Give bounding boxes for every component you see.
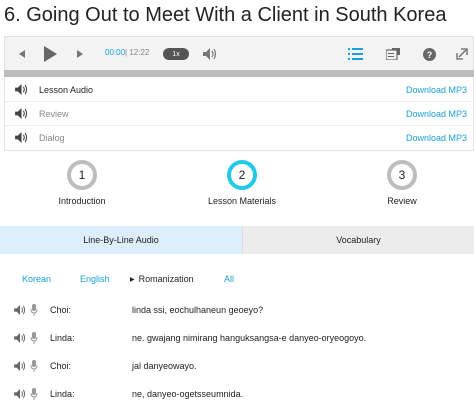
speaker-icon[interactable]: [14, 333, 26, 343]
time-separator: |: [125, 48, 128, 57]
caret-right-icon: ▶: [130, 277, 135, 283]
track-list: Lesson Audio Download MP3 Review Downloa…: [4, 78, 474, 151]
lang-romanization-label: Romanization: [138, 274, 194, 284]
speaker-icon[interactable]: [15, 84, 28, 95]
line-text: jal danyeowayo.: [132, 361, 197, 371]
line-controls: [14, 360, 38, 372]
list-icon: [347, 48, 363, 60]
download-mp3-link[interactable]: Download MP3: [406, 109, 467, 119]
rewind-icon: [19, 50, 25, 58]
speaker-name: Linda:: [50, 333, 75, 343]
tab-line-by-line-audio[interactable]: Line-By-Line Audio: [0, 226, 242, 254]
help-icon: ?: [422, 47, 436, 61]
audio-player: 00:00| 12:22 1x ?: [4, 36, 474, 70]
pdf-icon: [386, 48, 400, 60]
time-display: 00:00| 12:22: [105, 48, 149, 57]
step-review[interactable]: 3 Review: [342, 160, 462, 206]
play-icon: [44, 46, 57, 62]
line-text: linda ssi, eochulhaneun geoeyo?: [132, 305, 264, 315]
speaker-icon[interactable]: [15, 108, 28, 119]
lesson-steps: 1 Introduction 2 Lesson Materials 3 Revi…: [0, 160, 474, 220]
speaker-icon[interactable]: [14, 361, 26, 371]
line-controls: [14, 304, 38, 316]
track-label: Lesson Audio: [39, 85, 94, 95]
track-label: Review: [39, 109, 69, 119]
expand-button[interactable]: [451, 37, 473, 71]
svg-text:?: ?: [426, 50, 432, 60]
step-label: Lesson Materials: [207, 196, 277, 206]
lang-english[interactable]: English: [80, 274, 110, 284]
microphone-icon[interactable]: [30, 360, 38, 372]
forward-button[interactable]: [69, 37, 91, 71]
play-button[interactable]: [35, 37, 65, 71]
speaker-name: Choi:: [50, 305, 72, 315]
speed-button[interactable]: 1x: [163, 48, 189, 60]
microphone-icon[interactable]: [30, 332, 38, 344]
lang-romanization[interactable]: ▶ Romanization: [130, 274, 194, 284]
current-time: 00:00: [105, 48, 126, 57]
list-button[interactable]: [343, 37, 367, 71]
language-selector: Korean English ▶ Romanization All: [0, 274, 474, 288]
step-label: Review: [387, 196, 417, 206]
step-label: Introduction: [58, 196, 106, 206]
microphone-icon[interactable]: [30, 304, 38, 316]
lang-korean[interactable]: Korean: [22, 274, 51, 284]
dialog-line: Linda: ne. gwajang nimirang hanguksangsa…: [0, 326, 474, 354]
expand-icon: [456, 48, 468, 60]
line-text: ne. gwajang nimirang hanguksangsa-e dany…: [132, 333, 367, 343]
microphone-icon[interactable]: [30, 388, 38, 400]
speaker-icon[interactable]: [14, 305, 26, 315]
content-tabs: Line-By-Line Audio Vocabulary: [0, 226, 474, 254]
dialog-line: Choi: linda ssi, eochulhaneun geoeyo?: [0, 298, 474, 326]
track-label: Dialog: [39, 133, 65, 143]
line-controls: [14, 332, 38, 344]
tab-vocabulary[interactable]: Vocabulary: [242, 226, 474, 254]
step-lesson-materials[interactable]: 2 Lesson Materials: [182, 160, 302, 206]
dialog-line: Linda: ne, danyeo-ogetsseumnida.: [0, 382, 474, 410]
rewind-button[interactable]: [11, 37, 33, 71]
volume-icon: [203, 48, 217, 60]
step-introduction[interactable]: 1 Introduction: [22, 160, 142, 206]
help-button[interactable]: ?: [417, 37, 441, 71]
volume-button[interactable]: [199, 37, 221, 71]
forward-icon: [77, 50, 83, 58]
speaker-name: Linda:: [50, 389, 75, 399]
step-number: 1: [67, 160, 97, 190]
lang-all[interactable]: All: [224, 274, 234, 284]
download-mp3-link[interactable]: Download MP3: [406, 133, 467, 143]
download-mp3-link[interactable]: Download MP3: [406, 85, 467, 95]
step-number: 2: [227, 160, 257, 190]
progress-bar[interactable]: [4, 70, 474, 77]
speaker-name: Choi:: [50, 361, 72, 371]
dialog-line: Choi: jal danyeowayo.: [0, 354, 474, 382]
speaker-icon[interactable]: [14, 389, 26, 399]
speaker-icon[interactable]: [15, 132, 28, 143]
dialog-lines: Choi: linda ssi, eochulhaneun geoeyo? Li…: [0, 298, 474, 410]
line-text: ne, danyeo-ogetsseumnida.: [132, 389, 244, 399]
track-lesson-audio[interactable]: Lesson Audio Download MP3: [5, 78, 473, 102]
track-dialog[interactable]: Dialog Download MP3: [5, 126, 473, 150]
pdf-button[interactable]: [381, 37, 405, 71]
total-time: 12:22: [129, 48, 150, 57]
line-controls: [14, 388, 38, 400]
page-title: 6. Going Out to Meet With a Client in So…: [4, 4, 447, 26]
track-review[interactable]: Review Download MP3: [5, 102, 473, 126]
step-number: 3: [387, 160, 417, 190]
